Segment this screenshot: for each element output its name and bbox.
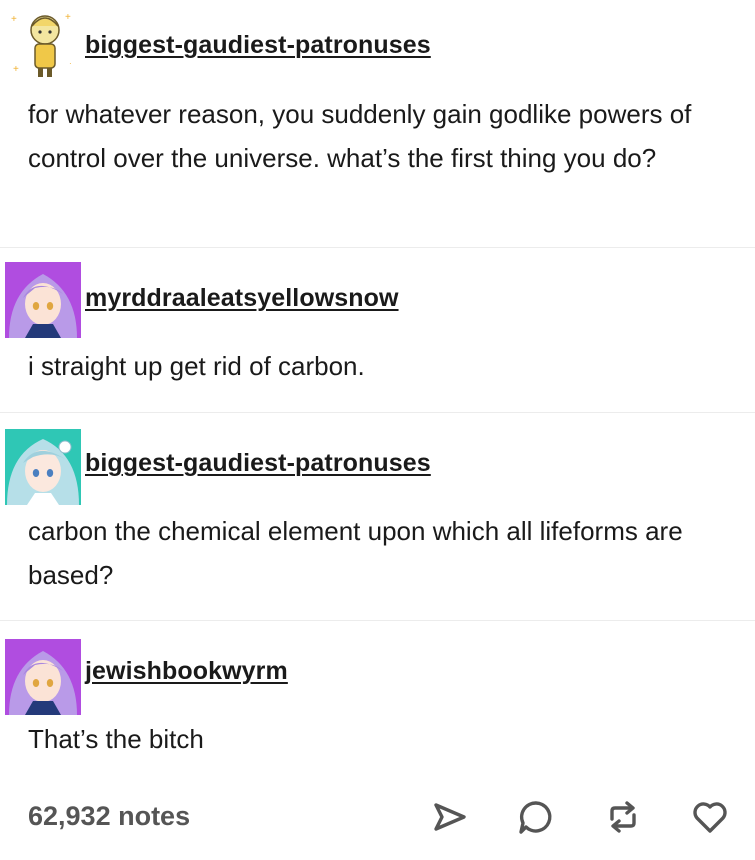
post-text: for whatever reason, you suddenly gain g…	[28, 99, 692, 173]
post-footer: 62,932 notes	[0, 785, 755, 849]
post-text: carbon the chemical element upon which a…	[28, 516, 683, 590]
teal-hair-anime-avatar-icon[interactable]	[5, 429, 81, 505]
username-link[interactable]: jewishbookwyrm	[85, 657, 288, 686]
reblog-icon[interactable]	[603, 797, 643, 837]
chibi-character-avatar-icon[interactable]: + + + ·	[5, 6, 81, 82]
svg-text:+: +	[65, 12, 71, 23]
username-link[interactable]: myrddraaleatsyellowsnow	[85, 284, 399, 313]
like-icon[interactable]	[690, 797, 730, 837]
post-text: i straight up get rid of carbon.	[28, 351, 365, 381]
svg-text:+: +	[13, 64, 19, 75]
username-link[interactable]: biggest-gaudiest-patronuses	[85, 449, 431, 478]
purple-hair-anime-avatar-icon[interactable]	[5, 262, 81, 338]
reblog-entry-4: jewishbookwyrm That’s the bitch	[0, 621, 755, 781]
tumblr-post: + + + · biggest-gaudiest-patronuses for …	[0, 0, 755, 860]
reblog-entry-3: biggest-gaudiest-patronuses carbon the c…	[0, 413, 755, 621]
post-text: That’s the bitch	[28, 724, 204, 754]
purple-hair-anime-avatar-icon[interactable]	[5, 639, 81, 715]
share-icon[interactable]	[430, 797, 470, 837]
svg-text:·: ·	[69, 59, 72, 68]
reblog-entry-1: + + + · biggest-gaudiest-patronuses for …	[0, 0, 755, 248]
reply-icon[interactable]	[516, 797, 556, 837]
svg-text:+: +	[11, 14, 17, 25]
username-link[interactable]: biggest-gaudiest-patronuses	[85, 31, 431, 60]
notes-count[interactable]: 62,932 notes	[28, 801, 190, 832]
reblog-entry-2: myrddraaleatsyellowsnow i straight up ge…	[0, 248, 755, 413]
